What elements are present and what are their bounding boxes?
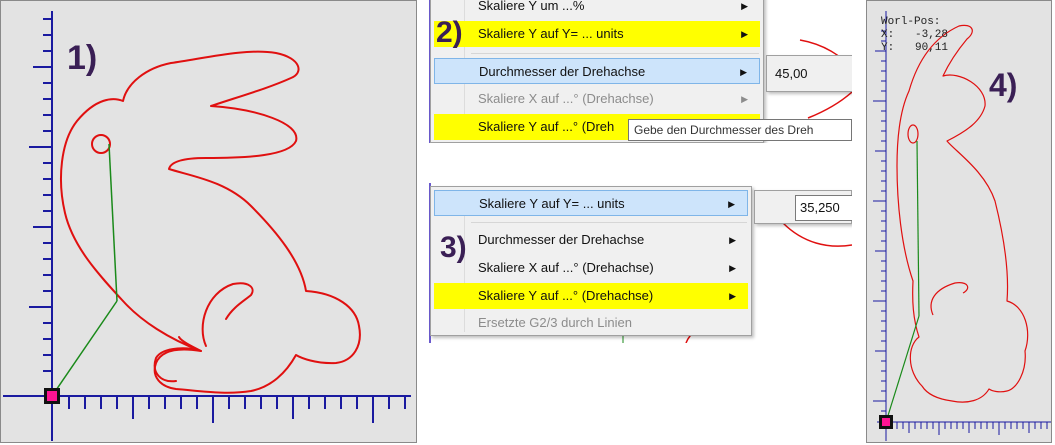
step-label-2: 2) <box>436 16 463 49</box>
context-menu-3: Skaliere Y auf Y= ... units ▶ Durchmesse… <box>430 186 752 336</box>
vertical-ruler <box>873 11 887 441</box>
canvas-drawing-4 <box>873 11 1051 441</box>
submenu-arrow-icon: ▶ <box>729 291 736 301</box>
canvas-panel-1[interactable]: 1) <box>0 0 417 443</box>
menu-item-label: Durchmesser der Drehachse <box>479 64 646 79</box>
horizontal-ruler <box>877 421 1051 435</box>
menu-item-scale-y-units[interactable]: Skaliere Y auf Y= ... units ▶ <box>434 190 748 216</box>
submenu-arrow-icon: ▶ <box>729 235 736 245</box>
units-value-field[interactable]: 35,250 <box>795 195 852 221</box>
submenu-units: 35,250 <box>754 190 852 224</box>
origin-marker-icon[interactable] <box>879 415 893 429</box>
tooltip-diameter: Gebe den Durchmesser des Dreh <box>628 119 852 141</box>
menu-item-scale-y-percent[interactable]: Skaliere Y um ...% ▶ <box>434 0 760 19</box>
world-pos-x-value: -3,28 <box>915 29 949 41</box>
toolpath <box>885 140 920 423</box>
rabbit-contour <box>60 50 361 394</box>
vertical-ruler <box>29 11 53 441</box>
menu-item-label: Skaliere X auf ...° (Drehachse) <box>478 91 654 106</box>
screenshot-panel-3: Skaliere Y auf Y= ... units ▶ Durchmesse… <box>428 183 852 343</box>
menu-item-rotary-diameter[interactable]: Durchmesser der Drehachse ▶ <box>434 227 748 253</box>
submenu-arrow-icon: ▶ <box>741 29 748 39</box>
menu-item-replace-arcs[interactable]: Ersetzte G2/3 durch Linien <box>434 310 748 336</box>
world-pos-x-label: X: <box>881 29 895 41</box>
step-label-3: 3) <box>440 231 467 264</box>
submenu-arrow-icon: ▶ <box>741 94 748 104</box>
menu-separator <box>471 53 759 54</box>
menu-item-label: Skaliere Y auf Y= ... units <box>479 196 625 211</box>
canvas-drawing-1 <box>3 11 411 441</box>
step-label-4: 4) <box>989 67 1018 103</box>
menu-item-label: Skaliere Y auf ...° (Dreh <box>478 119 615 134</box>
menu-item-label: Skaliere Y auf Y= ... units <box>478 26 624 41</box>
world-pos-y-label: Y: <box>881 42 895 54</box>
menu-item-scale-y-units[interactable]: Skaliere Y auf Y= ... units ▶ <box>434 21 760 47</box>
canvas-panel-4[interactable]: Worl-Pos: X: -3,28 Y: 90,11 4) <box>866 0 1052 443</box>
submenu-arrow-icon: ▶ <box>740 67 747 77</box>
submenu-diameter: 45,00 <box>766 55 852 92</box>
menu-item-label: Skaliere Y auf ...° (Drehachse) <box>478 288 654 303</box>
step-label-1: 1) <box>67 39 98 77</box>
menu-item-label: Skaliere Y um ...% <box>478 0 585 13</box>
menu-item-scale-x-degrees[interactable]: Skaliere X auf ...° (Drehachse) ▶ <box>434 255 748 281</box>
horizontal-ruler <box>3 395 411 423</box>
submenu-arrow-icon: ▶ <box>729 263 736 273</box>
submenu-arrow-icon: ▶ <box>741 1 748 11</box>
submenu-arrow-icon: ▶ <box>728 199 735 209</box>
menu-separator <box>471 222 747 223</box>
menu-item-rotary-diameter[interactable]: Durchmesser der Drehachse ▶ <box>434 58 760 84</box>
screenshot-panel-2: Skaliere Y um ...% ▶ Skaliere Y auf Y= .… <box>428 0 852 143</box>
menu-item-scale-y-degrees[interactable]: Skaliere Y auf ...° (Drehachse) ▶ <box>434 283 748 309</box>
menu-item-scale-x-degrees[interactable]: Skaliere X auf ...° (Drehachse) ▶ <box>434 86 760 112</box>
diameter-value-field[interactable]: 45,00 <box>770 61 852 87</box>
world-pos-title: Worl-Pos: <box>881 16 941 28</box>
world-pos-y-value: 90,11 <box>915 42 949 54</box>
menu-item-label: Ersetzte G2/3 durch Linien <box>478 315 632 330</box>
menu-item-label: Durchmesser der Drehachse <box>478 232 645 247</box>
origin-marker-icon[interactable] <box>44 388 60 404</box>
menu-item-label: Skaliere X auf ...° (Drehachse) <box>478 260 654 275</box>
